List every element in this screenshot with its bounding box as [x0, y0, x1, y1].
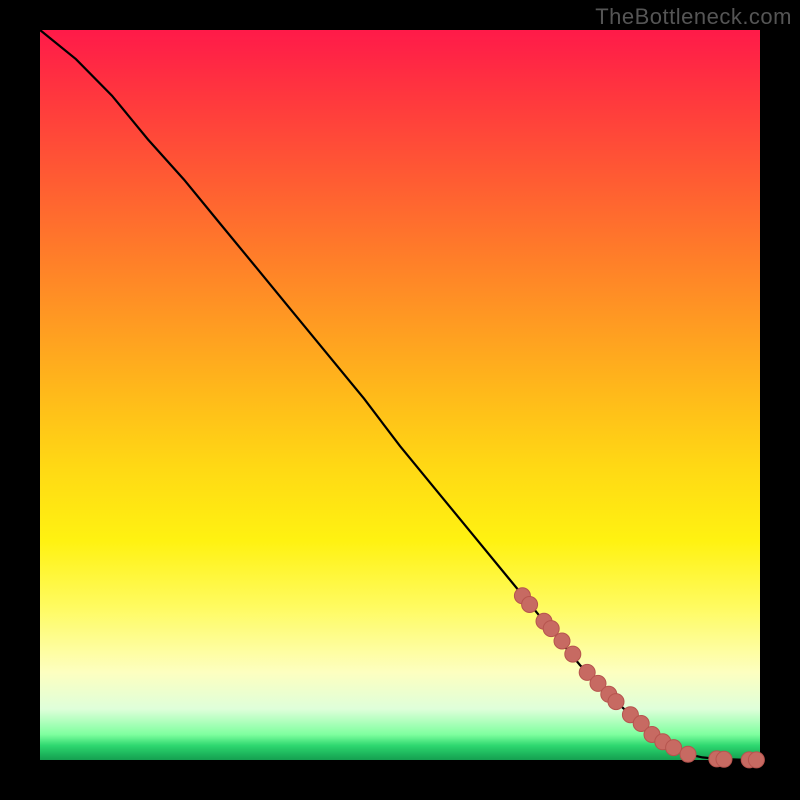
- data-marker: [565, 646, 581, 662]
- markers-group: [514, 588, 764, 768]
- data-marker: [666, 740, 682, 756]
- chart-svg: [40, 30, 760, 760]
- data-marker: [748, 752, 764, 768]
- data-marker: [716, 751, 732, 767]
- data-marker: [554, 633, 570, 649]
- curve-line: [40, 30, 760, 760]
- chart-container: TheBottleneck.com: [0, 0, 800, 800]
- data-marker: [608, 694, 624, 710]
- data-marker: [543, 621, 559, 637]
- watermark-text: TheBottleneck.com: [595, 4, 792, 30]
- data-marker: [522, 597, 538, 613]
- data-marker: [680, 746, 696, 762]
- plot-area: [40, 30, 760, 760]
